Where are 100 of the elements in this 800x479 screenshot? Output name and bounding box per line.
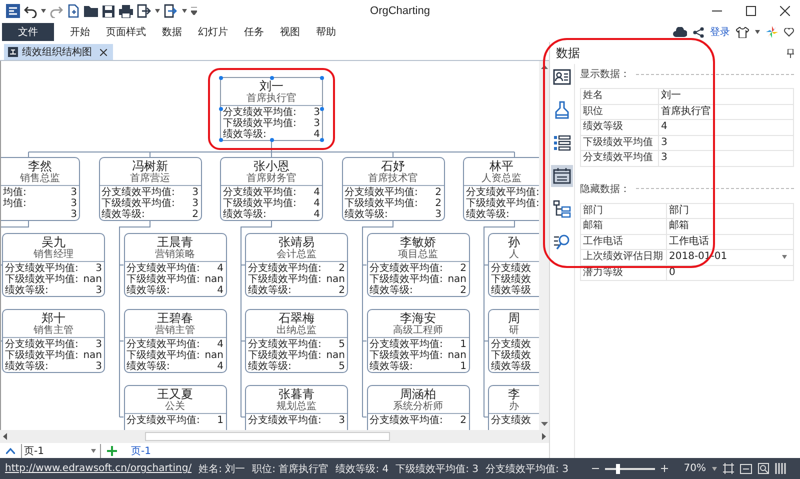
property-value-field[interactable]: 3 bbox=[659, 151, 794, 166]
org-chart-node[interactable]: 孙 人 分支绩效 下级绩效 绩效等级 bbox=[488, 233, 539, 297]
close-icon[interactable] bbox=[780, 6, 790, 16]
property-name: 分支绩效平均值 bbox=[581, 151, 659, 166]
grid-icon[interactable] bbox=[775, 463, 786, 474]
caret-icon bbox=[91, 448, 96, 452]
org-chart-node[interactable]: 张暮青 规划总监 分支绩效平均值: 3 bbox=[245, 385, 348, 430]
more-icon[interactable] bbox=[191, 7, 197, 15]
login-link[interactable]: 登录 bbox=[710, 25, 730, 39]
document-tab[interactable]: 绩效组织结构图 bbox=[4, 44, 113, 60]
zoom-out-icon[interactable] bbox=[592, 467, 599, 470]
panel-title: 数据 bbox=[556, 44, 580, 62]
status-field: 分支绩效平均值: 3 bbox=[486, 462, 568, 476]
colorful-star-icon[interactable] bbox=[766, 26, 778, 38]
org-chart-node[interactable]: 李 办 分支绩效 bbox=[488, 385, 539, 430]
resize-handle[interactable] bbox=[219, 76, 223, 80]
org-chart-node[interactable]: 张靖易 会计总监 分支绩效平均值: 2 下级绩效平均值: nan 绩效等级: 2 bbox=[245, 233, 348, 297]
org-chart-node[interactable]: 李海安 高级工程师 分支绩效平均值: 1 下级绩效平均值: nan 绩效等级: 1 bbox=[366, 309, 470, 373]
menu-item[interactable]: 帮助 bbox=[316, 25, 336, 39]
menu-item[interactable]: 数据 bbox=[162, 25, 182, 39]
redo-icon[interactable] bbox=[50, 4, 63, 18]
menu-item[interactable]: 幻灯片 bbox=[198, 25, 228, 39]
property-value-field[interactable]: 邮箱 bbox=[667, 219, 794, 234]
org-chart-node[interactable]: 冯树新 首席营运 分支绩效平均值: 3 下级绩效平均值: 3 绩效等级: 2 bbox=[98, 157, 202, 221]
org-chart-node[interactable]: 林平 人资总监 分支绩效平均值: 下级绩效平均值: 绩效等级: bbox=[463, 157, 539, 221]
hierarchy-icon[interactable] bbox=[551, 198, 573, 220]
property-name: 邮箱 bbox=[581, 219, 667, 234]
section-heading: 隐藏数据： bbox=[580, 182, 630, 196]
menu-item[interactable]: 开始 bbox=[70, 25, 90, 39]
resize-handle[interactable] bbox=[270, 76, 274, 80]
share-icon[interactable] bbox=[693, 26, 704, 38]
print-icon[interactable] bbox=[119, 4, 133, 18]
org-chart-node[interactable]: 石妤 首席技术官 分支绩效平均值: 2 下级绩效平均值: 2 绩效等级: 3 bbox=[342, 157, 444, 221]
save-icon[interactable] bbox=[102, 4, 115, 18]
caret-icon[interactable] bbox=[182, 9, 187, 13]
org-chart-node[interactable]: 周 研 分支绩效 下级绩效 绩效等级 bbox=[488, 309, 539, 373]
page-tab[interactable]: 页-1 bbox=[131, 444, 151, 458]
shirt-icon[interactable] bbox=[736, 26, 749, 38]
cloud-icon[interactable] bbox=[673, 27, 687, 37]
menu-item[interactable]: 页面样式 bbox=[106, 25, 146, 39]
pin-icon[interactable] bbox=[787, 48, 794, 58]
zoom-in-icon[interactable] bbox=[660, 465, 668, 472]
scroll-right-icon[interactable] bbox=[542, 433, 546, 440]
caret-icon[interactable] bbox=[155, 9, 160, 13]
horizontal-scrollbar[interactable] bbox=[0, 430, 549, 443]
caret-icon[interactable] bbox=[712, 466, 717, 470]
resize-handle[interactable] bbox=[320, 138, 324, 142]
fit-page-icon[interactable] bbox=[723, 463, 734, 474]
scroll-down-icon[interactable] bbox=[540, 422, 548, 426]
close-icon[interactable] bbox=[100, 48, 107, 56]
chevron-up-icon[interactable] bbox=[6, 448, 15, 454]
website-link[interactable]: http://www.edrawsoft.cn/orgcharting/ bbox=[5, 463, 192, 474]
org-chart-node[interactable]: 郑十 销售主管 分支绩效平均值: 3 下级绩效平均值: nan 绩效等级: 3 bbox=[2, 309, 105, 373]
zoom-level[interactable]: 70% bbox=[684, 463, 706, 474]
add-page-icon[interactable] bbox=[107, 446, 117, 456]
org-chart-node[interactable]: 王碧春 营销主管 分支绩效平均值: 4 下级绩效平均值: nan 绩效等级: 4 bbox=[124, 309, 226, 373]
property-value-field[interactable]: 工作电话 bbox=[667, 234, 794, 250]
org-chart-node[interactable]: 王又夏 公关 分支绩效平均值: 1 bbox=[124, 385, 226, 430]
resize-handle[interactable] bbox=[219, 107, 223, 111]
maximize-icon[interactable] bbox=[746, 6, 756, 16]
property-value-field[interactable]: 部门 bbox=[667, 204, 794, 219]
org-chart-node[interactable]: 李敏娇 项目总监 分支绩效平均值: 2 下级绩效平均值: nan 绩效等级: 2 bbox=[366, 233, 470, 297]
resize-handle[interactable] bbox=[270, 138, 274, 142]
org-chart-node[interactable]: 周涵柏 系统分析师 分支绩效平均值: 2 bbox=[366, 385, 470, 430]
property-name: 部门 bbox=[581, 204, 667, 219]
undo-icon[interactable] bbox=[24, 4, 37, 18]
scroll-left-icon[interactable] bbox=[3, 433, 7, 440]
property-value-field[interactable]: 首席执行官 bbox=[659, 104, 794, 120]
resize-handle[interactable] bbox=[320, 76, 324, 80]
scroll-up-icon[interactable] bbox=[540, 65, 548, 69]
org-chart-node[interactable]: 吴九 销售经理 分支绩效平均值: 3 下级绩效平均值: nan 绩效等级: 3 bbox=[2, 233, 105, 297]
org-chart-node[interactable]: 李然 销售总监 均值: 3 均值: 3 3 bbox=[1, 157, 80, 221]
vertical-scrollbar[interactable] bbox=[539, 61, 549, 430]
org-chart-node[interactable]: 张小恩 首席财务官 分支绩效平均值: 4 下级绩效平均值: 4 绩效等级: 4 bbox=[220, 157, 323, 221]
app-logo-icon[interactable] bbox=[6, 4, 20, 18]
caret-icon[interactable] bbox=[755, 30, 760, 34]
org-chart-node[interactable]: 石翠梅 出纳总监 分支绩效平均值: 5 下级绩效平均值: nan 绩效等级: 5 bbox=[245, 309, 348, 373]
heart-icon[interactable] bbox=[784, 28, 794, 36]
new-file-icon[interactable] bbox=[67, 4, 80, 18]
org-chart-node[interactable]: 刘一 首席执行官 分支绩效平均值: 3 下级绩效平均值: 3 绩效等级: 4 bbox=[220, 77, 323, 141]
caret-icon[interactable] bbox=[41, 9, 46, 13]
file-menu-button[interactable]: 文件 bbox=[2, 23, 54, 41]
property-value-field[interactable]: 4 bbox=[659, 120, 794, 136]
export-icon[interactable] bbox=[137, 4, 151, 18]
resize-handle[interactable] bbox=[320, 107, 324, 111]
scroll-thumb[interactable] bbox=[145, 432, 390, 441]
menu-item[interactable]: 任务 bbox=[244, 25, 264, 39]
zoom-slider-thumb[interactable] bbox=[616, 464, 620, 474]
resize-handle[interactable] bbox=[219, 138, 223, 142]
property-value-field[interactable]: 刘一 bbox=[659, 89, 794, 104]
fit-width-icon[interactable] bbox=[740, 464, 752, 474]
property-value-field[interactable]: 3 bbox=[659, 136, 794, 151]
property-value-field[interactable]: 0 bbox=[667, 266, 794, 281]
org-chart-node[interactable]: 王晨青 营销策略 分支绩效平均值: 4 下级绩效平均值: nan 绩效等级: 4 bbox=[124, 233, 226, 297]
data-card-icon[interactable] bbox=[551, 165, 573, 187]
zoom-search-icon[interactable] bbox=[758, 463, 769, 474]
folder-icon[interactable] bbox=[84, 5, 98, 17]
import-icon[interactable] bbox=[164, 4, 178, 18]
menu-item[interactable]: 视图 bbox=[280, 25, 300, 39]
window-title: OrgCharting bbox=[369, 5, 431, 17]
